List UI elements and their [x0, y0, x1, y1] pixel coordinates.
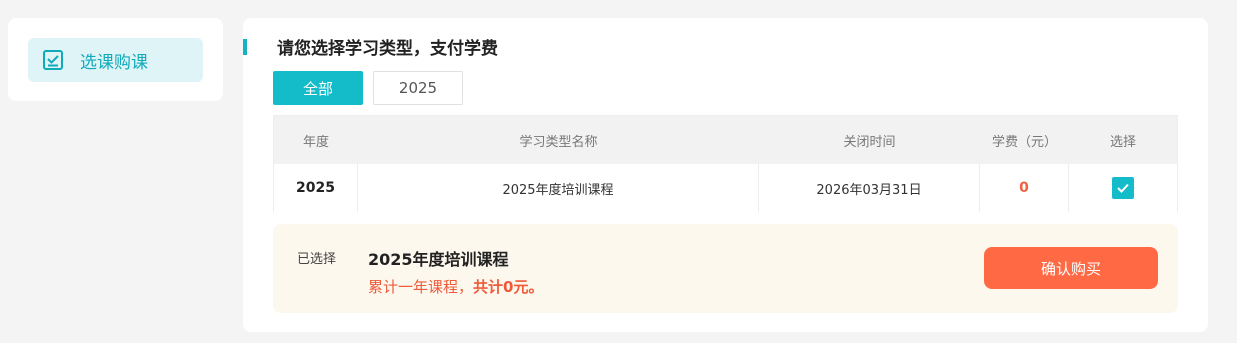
- select-checkbox[interactable]: [1112, 177, 1134, 199]
- header-select: 选择: [1109, 134, 1136, 150]
- cell-close-time: 2026年03月31日: [759, 164, 980, 212]
- page-title: 请您选择学习类型，支付学费: [277, 39, 498, 59]
- sidebar-item-label: 选课购课: [80, 52, 148, 73]
- course-table: 年度 学习类型名称 关闭时间 学费（元） 选择 2025 2025年度培训课程 …: [273, 115, 1178, 212]
- cell-year: 2025: [274, 164, 358, 212]
- checkmark-icon: [1117, 183, 1129, 193]
- table-header: 年度 学习类型名称 关闭时间 学费（元） 选择: [274, 116, 1177, 164]
- total-prefix: 累计一年课程，: [368, 278, 474, 296]
- sidebar-item-course-purchase[interactable]: 选课购课: [28, 38, 203, 82]
- confirm-purchase-button[interactable]: 确认购买: [984, 247, 1158, 289]
- main-panel: 请您选择学习类型，支付学费 全部 2025 年度 学习类型名称 关闭时间 学费（…: [243, 18, 1208, 332]
- title-accent-bar: [243, 39, 247, 55]
- checklist-icon: [42, 49, 64, 71]
- tab-all[interactable]: 全部: [273, 71, 363, 105]
- cell-type-name: 2025年度培训课程: [358, 164, 759, 212]
- selected-course-name: 2025年度培训课程: [368, 250, 509, 269]
- cell-select: [1069, 164, 1177, 212]
- header-fee: 学费（元）: [991, 134, 1057, 150]
- header-close-time: 关闭时间: [843, 134, 896, 150]
- cell-fee: 0: [980, 164, 1069, 212]
- selected-label: 已选择: [297, 252, 337, 267]
- table-row: 2025 2025年度培训课程 2026年03月31日 0: [274, 164, 1177, 212]
- total-description: 累计一年课程，共计0元。: [368, 276, 543, 297]
- header-type-name: 学习类型名称: [519, 134, 598, 150]
- header-year: 年度: [302, 134, 329, 150]
- selection-summary: 已选择 2025年度培训课程 累计一年课程，共计0元。 确认购买: [273, 224, 1178, 313]
- sidebar: 选课购课: [8, 18, 223, 101]
- total-amount: 共计0元。: [473, 278, 544, 296]
- tab-2025[interactable]: 2025: [373, 71, 463, 105]
